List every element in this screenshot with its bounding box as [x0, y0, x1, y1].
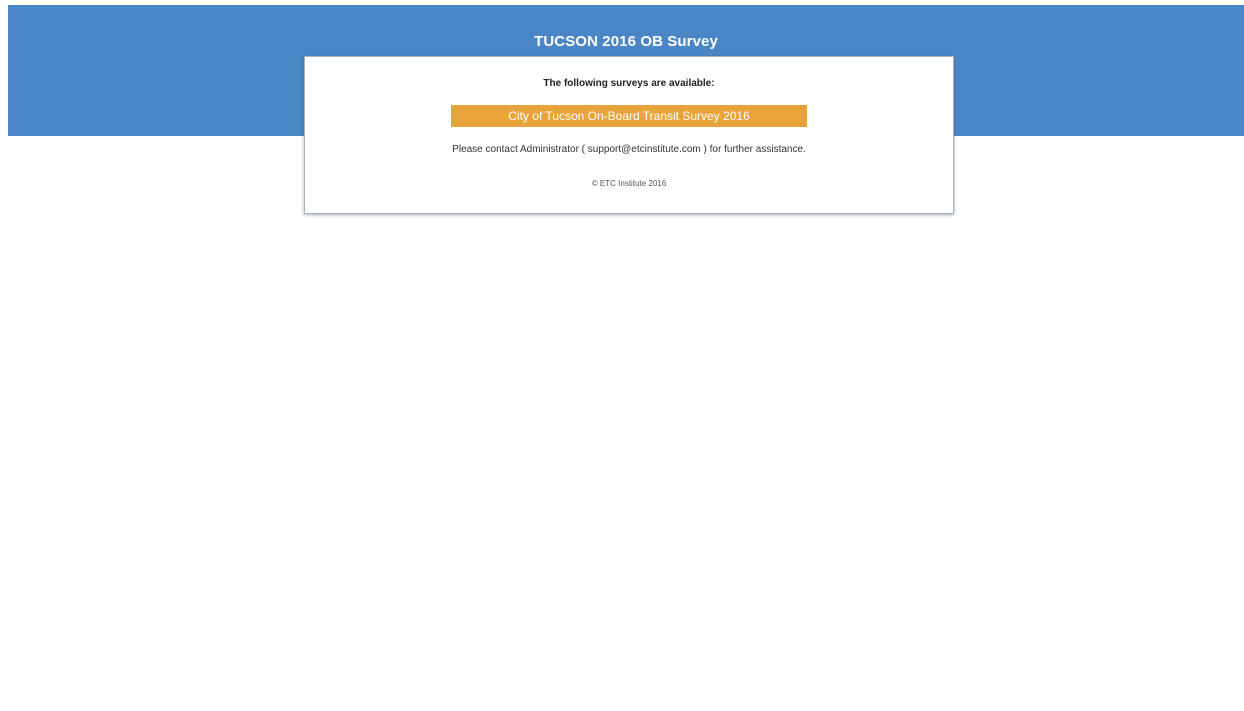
surveys-available-heading: The following surveys are available: [543, 78, 715, 89]
survey-link-button[interactable]: City of Tucson On-Board Transit Survey 2… [451, 105, 807, 127]
contact-administrator-text: Please contact Administrator ( support@e… [452, 144, 806, 155]
survey-list-card: The following surveys are available: Cit… [304, 56, 954, 214]
page: TUCSON 2016 OB Survey The following surv… [0, 0, 1244, 711]
page-title: TUCSON 2016 OB Survey [534, 33, 718, 50]
copyright-footer: © ETC Institute 2016 [591, 179, 667, 188]
